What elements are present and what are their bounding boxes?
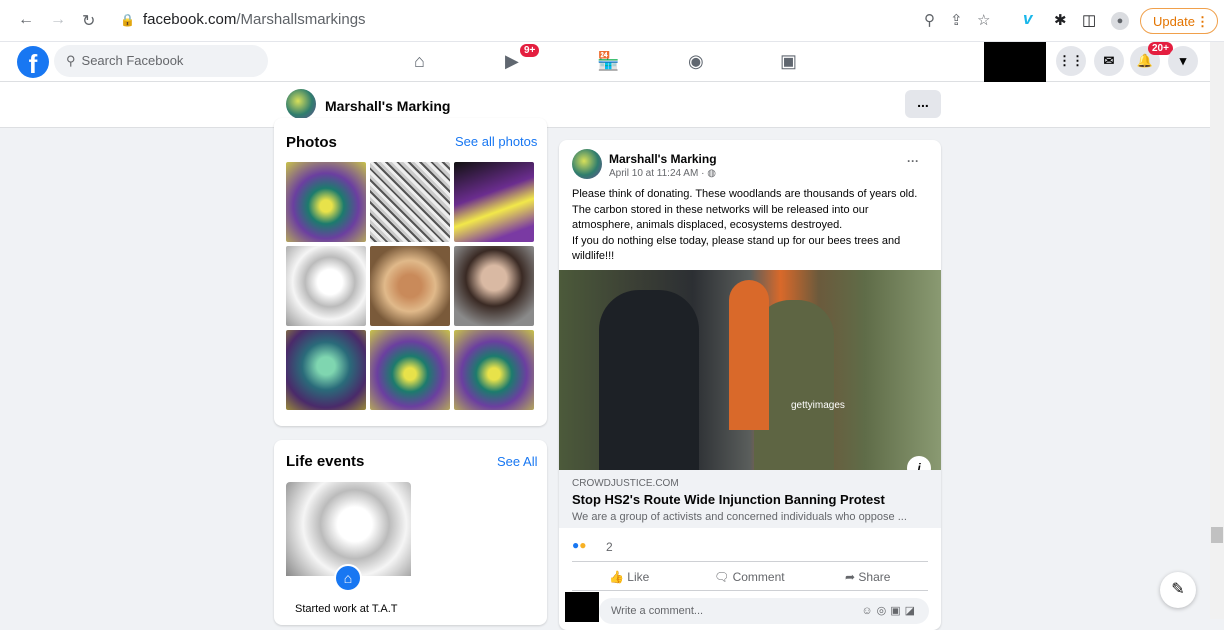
messenger-icon[interactable]: ✉ — [1094, 46, 1124, 76]
share-label: Share — [858, 570, 891, 584]
facebook-logo-icon[interactable]: f — [17, 46, 49, 78]
comment-placeholder: Write a comment... — [611, 605, 704, 617]
share-icon[interactable]: ⇪ — [950, 11, 963, 29]
facebook-header: f ⚲ Search Facebook ⌂ ▶ 9+ 🏪 ◉ ▣ ⋮⋮ ✉ 🔔 2… — [0, 42, 1224, 84]
like-button[interactable]: 👍 Like — [609, 570, 649, 584]
author-avatar[interactable] — [572, 149, 602, 179]
post-text-paragraph: If you do nothing else today, please sta… — [572, 234, 901, 263]
link-description: We are a group of activists and concerne… — [572, 511, 907, 523]
life-events-title: Life events — [286, 453, 365, 470]
photo-thumbnail[interactable] — [370, 330, 450, 410]
photo-thumbnail[interactable] — [454, 162, 534, 242]
public-globe-icon: ◍ — [707, 168, 716, 179]
browser-toolbar: ← → ↻ 🔒 facebook.com/Marshallsmarkings ⚲ … — [0, 0, 1224, 42]
see-all-life-events-link[interactable]: See All — [497, 454, 537, 469]
post-text: Please think of donating. These woodland… — [572, 187, 932, 265]
account-dropdown-icon[interactable]: ▾ — [1168, 46, 1198, 76]
reload-icon[interactable]: ↻ — [82, 11, 95, 31]
photo-thumbnail[interactable] — [286, 246, 366, 326]
see-all-photos-link[interactable]: See all photos — [455, 134, 537, 149]
photos-card: Photos See all photos — [274, 118, 547, 426]
watch-badge: 9+ — [520, 44, 540, 57]
divider — [572, 561, 928, 562]
home-icon: ⌂ — [334, 564, 362, 592]
getty-watermark: gettyimages — [791, 400, 845, 411]
search-placeholder: Search Facebook — [81, 53, 184, 68]
photo-thumbnail[interactable] — [454, 246, 534, 326]
search-input[interactable]: ⚲ Search Facebook — [54, 45, 268, 77]
divider — [572, 590, 928, 591]
side-panel-icon[interactable]: ◫ — [1082, 11, 1096, 29]
info-icon[interactable]: i — [907, 456, 931, 470]
page-avatar[interactable] — [286, 89, 316, 119]
share-icon: ➦ — [845, 570, 859, 584]
groups-icon[interactable]: ◉ — [688, 51, 704, 72]
gaming-icon[interactable]: ▣ — [780, 51, 797, 72]
search-icon: ⚲ — [66, 53, 76, 68]
reactions-icon[interactable]: ●● — [572, 538, 587, 552]
photo-thumbnail[interactable] — [454, 330, 534, 410]
lock-icon: 🔒 — [120, 13, 135, 27]
photo-thumbnail[interactable] — [286, 162, 366, 242]
post-time-text: April 10 at 11:24 AM · — [609, 168, 705, 179]
zoom-icon[interactable]: ⚲ — [924, 11, 935, 29]
photo-thumbnail[interactable] — [370, 162, 450, 242]
life-event-label[interactable]: Started work at T.A.T — [295, 603, 398, 615]
photos-title: Photos — [286, 134, 337, 151]
comment-label: Comment — [732, 570, 785, 584]
photo-figure — [599, 290, 699, 470]
post-card: Marshall's Marking April 10 at 11:24 AM … — [559, 140, 941, 630]
post-options-icon[interactable]: ··· — [907, 154, 919, 168]
link-preview[interactable]: CROWDJUSTICE.COM Stop HS2's Route Wide I… — [559, 470, 941, 528]
vimeo-extension-icon[interactable]: v — [1023, 9, 1032, 29]
redacted-profile — [984, 42, 1046, 84]
link-title: Stop HS2's Route Wide Injunction Banning… — [572, 492, 885, 507]
comment-icon: 🗨 — [714, 570, 733, 584]
post-timestamp[interactable]: April 10 at 11:24 AM · ◍ — [609, 168, 716, 179]
update-label: Update — [1153, 14, 1195, 29]
life-event-image[interactable] — [286, 482, 411, 576]
redacted-commenter-avatar — [565, 592, 599, 622]
post-author[interactable]: Marshall's Marking — [609, 152, 717, 166]
url-path: /Marshallsmarkings — [236, 11, 366, 28]
back-icon[interactable]: ← — [18, 11, 34, 29]
like-label: Like — [627, 570, 650, 584]
post-text-paragraph: Please think of donating. These woodland… — [572, 188, 918, 231]
life-events-card: Life events See All ⌂ Started work at T.… — [274, 440, 547, 625]
url-host: facebook.com — [142, 11, 237, 28]
home-icon[interactable]: ⌂ — [414, 51, 425, 72]
bookmark-star-icon[interactable]: ☆ — [977, 11, 990, 29]
scrollbar-thumb[interactable] — [1211, 527, 1223, 543]
watch-icon[interactable]: ▶ — [505, 51, 519, 72]
profile-icon[interactable]: ● — [1111, 12, 1129, 30]
marketplace-icon[interactable]: 🏪 — [597, 51, 619, 72]
share-button[interactable]: ➦ Share — [845, 570, 890, 584]
photo-thumbnail[interactable] — [286, 330, 366, 410]
menu-dots-icon: ⋮ — [1196, 14, 1209, 29]
comment-tools-icon[interactable]: ☺◎▣◪ — [861, 604, 919, 617]
link-domain: CROWDJUSTICE.COM — [572, 478, 679, 489]
reaction-count[interactable]: 2 — [606, 540, 613, 554]
page-name[interactable]: Marshall's Marking — [325, 98, 450, 114]
like-icon: 👍 — [609, 570, 628, 584]
page-subheader: Marshall's Marking ... — [0, 82, 1210, 128]
forward-icon[interactable]: → — [50, 11, 66, 29]
new-message-icon[interactable]: ✎ — [1160, 572, 1196, 608]
update-button[interactable]: Update ⋮ — [1140, 8, 1218, 34]
post-image[interactable]: gettyimages i — [559, 270, 941, 470]
menu-grid-icon[interactable]: ⋮⋮ — [1056, 46, 1086, 76]
photo-figure — [729, 280, 769, 430]
extensions-puzzle-icon[interactable]: ✱ — [1054, 11, 1067, 29]
comment-button[interactable]: 🗨 Comment — [714, 570, 785, 584]
address-bar[interactable]: 🔒 facebook.com/Marshallsmarkings — [120, 11, 366, 28]
photo-thumbnail[interactable] — [370, 246, 450, 326]
comment-input[interactable]: Write a comment... ☺◎▣◪ — [599, 598, 929, 624]
more-options-button[interactable]: ... — [905, 90, 941, 118]
